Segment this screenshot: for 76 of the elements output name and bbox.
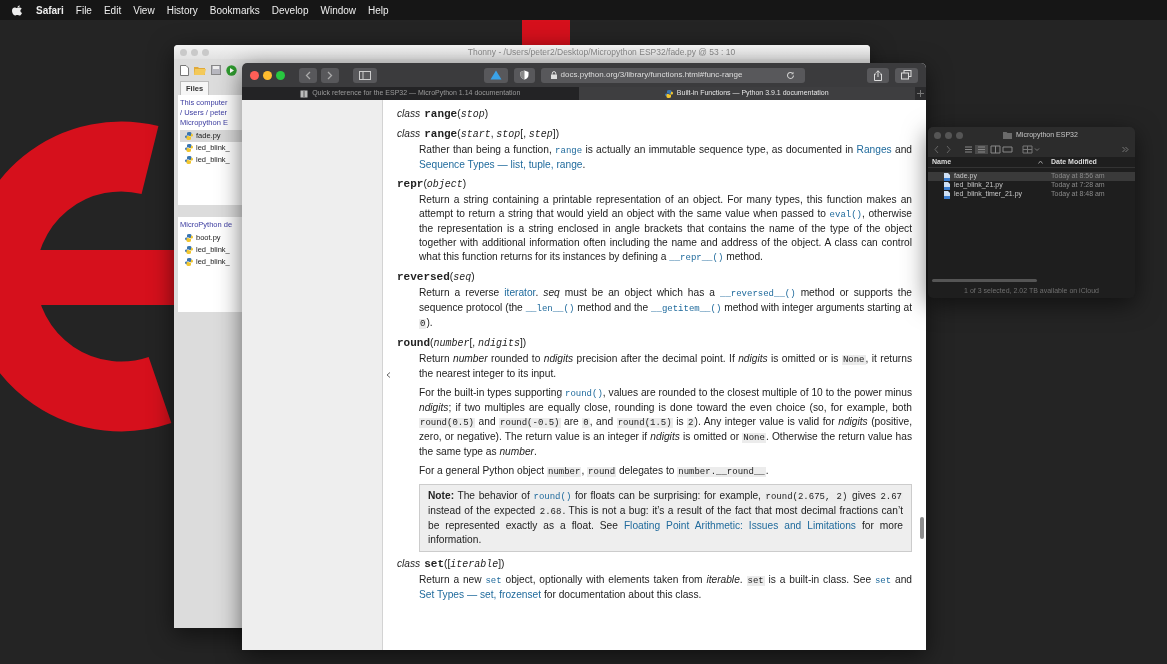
menu-item[interactable]: Help xyxy=(362,2,395,18)
scroll-thumb[interactable] xyxy=(920,517,924,539)
python-file-icon xyxy=(185,258,193,267)
function-signature: class range(stop) xyxy=(397,107,490,122)
menu-item[interactable]: Edit xyxy=(97,2,128,18)
python-file-icon xyxy=(185,144,193,153)
tabs-icon xyxy=(901,70,912,80)
collapse-icon[interactable] xyxy=(385,372,391,378)
code-link[interactable]: __len__() xyxy=(525,304,575,314)
doc-paragraph: Rather than being a function, range is actually an immutable sequence type, as documented in Ranges and Sequence Types — list, tuple, range. xyxy=(419,143,912,172)
book-icon xyxy=(300,89,309,98)
group-icon[interactable] xyxy=(1022,144,1040,154)
shield-icon xyxy=(520,70,529,80)
python-logo-icon xyxy=(664,89,673,98)
doc-paragraph: Return a new set object, optionally with elements taken from iterable. set is a built-in class. See set and Set Types — set, frozenset for documentation about this class. xyxy=(419,573,912,602)
function-signature: reversed(seq) xyxy=(397,270,476,285)
doc-link[interactable]: Floating Point Arithmetic: Issues and Limitations xyxy=(623,520,856,531)
code-link[interactable]: range xyxy=(555,146,583,156)
privacy-button[interactable] xyxy=(514,67,535,83)
doc-link[interactable]: Set Types — set, frozenset xyxy=(419,589,542,600)
minimize-button[interactable] xyxy=(263,70,272,80)
zoom-button[interactable] xyxy=(276,70,285,80)
window-title: Thonny - /Users/peter2/Desktop/Micropython ESP32/fade.py @ 53 : 10 xyxy=(466,45,737,59)
extension-button[interactable] xyxy=(484,67,508,83)
code-link[interactable]: eval() xyxy=(829,210,862,220)
python-file-icon xyxy=(185,132,193,141)
code-link[interactable]: __reversed__() xyxy=(720,289,796,299)
doc-link[interactable]: Ranges xyxy=(856,144,892,155)
share-icon xyxy=(873,69,883,81)
code-link[interactable]: set xyxy=(485,576,502,586)
menu-item[interactable]: Bookmarks xyxy=(203,2,266,18)
new-file-icon[interactable] xyxy=(180,64,189,76)
python-file-icon xyxy=(185,246,193,255)
code-link[interactable]: __repr__() xyxy=(669,253,724,263)
save-icon[interactable] xyxy=(211,65,221,75)
close-button[interactable] xyxy=(934,131,941,139)
run-icon[interactable] xyxy=(226,64,237,76)
new-tab-button[interactable] xyxy=(915,87,926,100)
lock-icon xyxy=(550,71,557,79)
back-button[interactable] xyxy=(299,67,317,83)
python-file-icon xyxy=(185,156,193,165)
menu-item[interactable]: Window xyxy=(314,2,363,18)
folder-icon xyxy=(1003,131,1012,139)
sidebar-button[interactable] xyxy=(353,67,377,83)
code-link[interactable]: __getitem__() xyxy=(651,304,722,314)
python-file-icon xyxy=(185,234,193,243)
menu-item[interactable]: Develop xyxy=(265,2,315,18)
chevron-left-icon xyxy=(305,70,311,80)
apple-icon[interactable] xyxy=(12,4,22,16)
sidebar-icon xyxy=(359,70,371,80)
wallpaper-block xyxy=(522,20,570,46)
menu-item[interactable]: View xyxy=(127,2,161,18)
view-switcher-icon[interactable] xyxy=(962,144,1014,154)
address-field[interactable]: docs.python.org/3/library/functions.html#func-range xyxy=(541,67,805,83)
menu-item[interactable]: History xyxy=(160,2,204,18)
close-button[interactable] xyxy=(250,70,259,80)
share-button[interactable] xyxy=(867,67,889,83)
triangle-icon xyxy=(490,70,502,80)
menu-item[interactable]: File xyxy=(69,2,98,18)
scrollbar[interactable] xyxy=(932,279,1037,282)
plus-icon xyxy=(917,90,924,97)
back-forward-icon[interactable] xyxy=(934,144,954,154)
function-signature: class set([iterable]) xyxy=(397,557,506,572)
code-link[interactable]: round() xyxy=(565,389,603,399)
tabs-button[interactable] xyxy=(895,67,918,83)
reload-icon[interactable] xyxy=(786,70,796,80)
doc-link[interactable]: iterator xyxy=(504,287,536,298)
code-link[interactable]: round() xyxy=(533,492,572,502)
function-signature: round(number[, ndigits]) xyxy=(397,336,528,351)
forward-button[interactable] xyxy=(321,67,339,83)
app-menu[interactable]: Safari xyxy=(30,2,70,18)
function-signature: class range(start, stop[, step]) xyxy=(397,127,561,142)
function-signature: repr(object) xyxy=(397,177,468,192)
chevron-right-icon xyxy=(327,70,333,80)
sort-icon xyxy=(1038,160,1043,164)
code-link[interactable]: set xyxy=(874,576,892,586)
